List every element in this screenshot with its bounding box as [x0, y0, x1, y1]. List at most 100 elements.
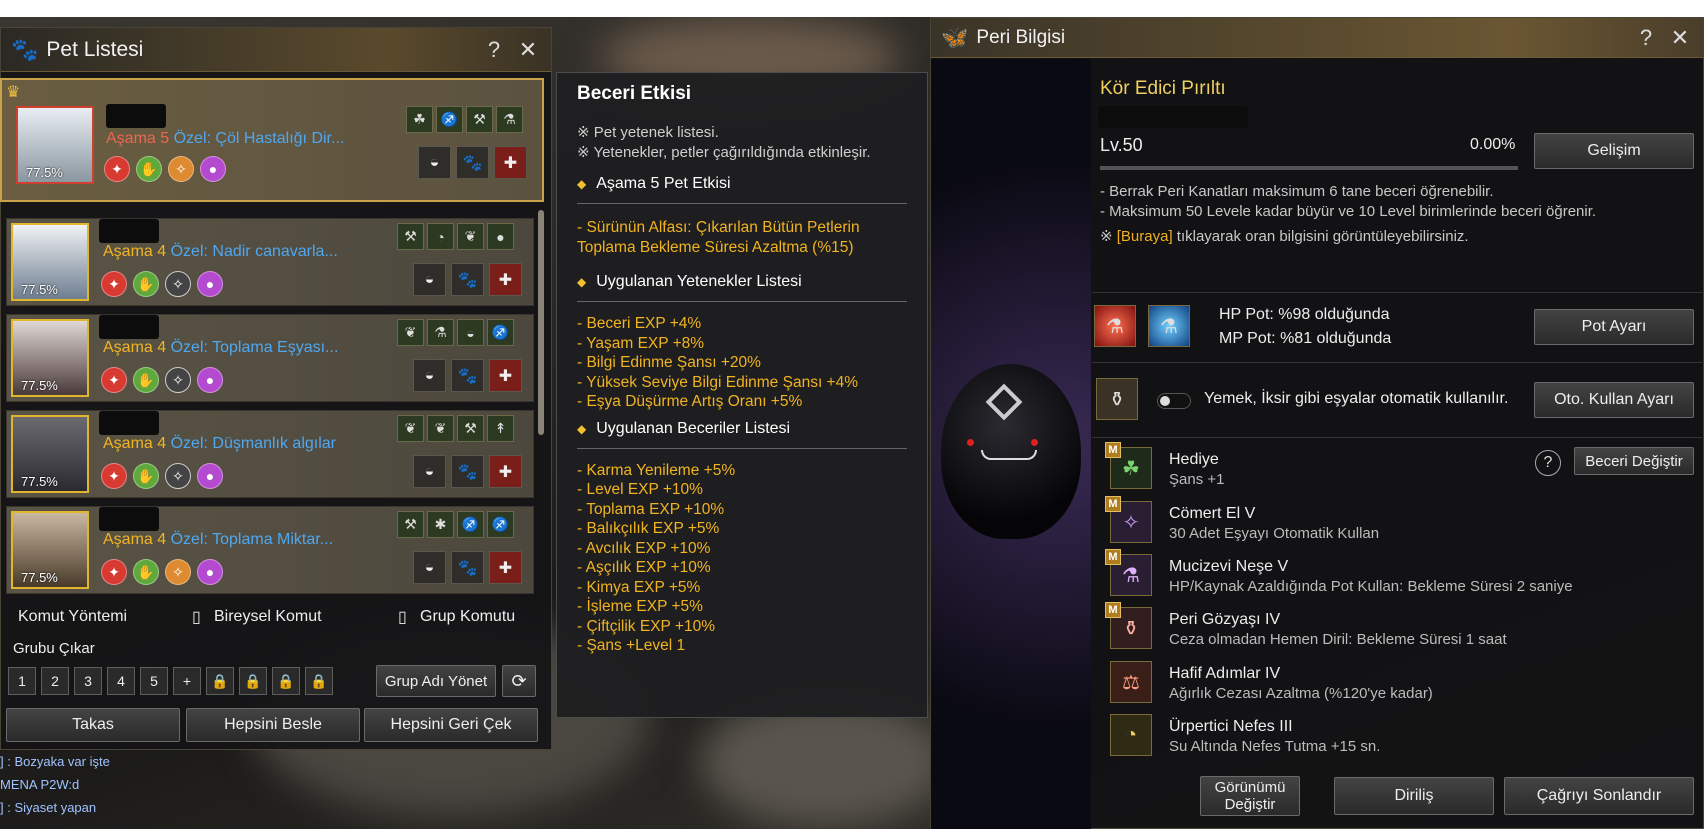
feed-bowl-icon[interactable]: ◒: [413, 263, 446, 296]
skill-icon[interactable]: ⚒: [397, 223, 424, 250]
clover-icon[interactable]: M ☘: [1105, 442, 1152, 489]
revive-button[interactable]: Diriliş: [1334, 777, 1494, 815]
pet-actions: ◒ 🐾 ✚: [413, 359, 522, 392]
feed-bowl-icon[interactable]: ◒: [413, 551, 446, 584]
effect-line: - Balıkçılık EXP +5%: [577, 520, 720, 537]
pet-list-header[interactable]: 🐾 Pet Listesi ? ✕: [1, 28, 551, 72]
breath-icon[interactable]: ◔: [1110, 714, 1152, 756]
release-icon[interactable]: ✚: [489, 455, 522, 488]
release-icon[interactable]: ✚: [489, 359, 522, 392]
group-1-button[interactable]: 1: [8, 667, 36, 695]
skill-icon[interactable]: ♐: [487, 511, 514, 538]
pet-list-scrollbar[interactable]: [538, 210, 544, 435]
change-appearance-button[interactable]: Görünümü Değiştir: [1200, 776, 1300, 816]
paw-command-icon[interactable]: 🐾: [451, 263, 484, 296]
group-3-button[interactable]: 3: [74, 667, 102, 695]
tear-vial-icon[interactable]: M ⚱: [1105, 602, 1152, 649]
pet-row[interactable]: 77.5% Aşama 4 Özel: Toplama Miktar... ✦ ✋…: [6, 506, 534, 594]
group-command-option[interactable]: Grup Komutu: [420, 608, 515, 626]
redacted-name: [106, 104, 166, 128]
skill-icon[interactable]: ❦: [397, 319, 424, 346]
skill-icon[interactable]: ◔: [427, 223, 454, 250]
skill-icon[interactable]: ❦: [397, 415, 424, 442]
trade-button[interactable]: Takas: [6, 708, 180, 742]
skill-icon[interactable]: ↟: [487, 415, 514, 442]
stage-word: Aşama: [106, 130, 156, 147]
pet-row[interactable]: 77.5% Aşama 4 Özel: Toplama Eşyası... ✦ ✋…: [6, 314, 534, 402]
pet-actions: ◒ 🐾 ✚: [418, 146, 527, 179]
growth-button[interactable]: Gelişim: [1534, 133, 1694, 169]
lock-icon[interactable]: 🔒: [272, 667, 300, 695]
end-summon-button[interactable]: Çağrıyı Sonlandır: [1504, 777, 1694, 815]
help-button[interactable]: ?: [1633, 25, 1659, 51]
pet-row-selected[interactable]: ♛ 77.5% Aşama 5 Özel: Çöl Hastalığı Dir.…: [0, 78, 544, 202]
hp-potion-icon[interactable]: ⚗: [1094, 305, 1136, 347]
lock-icon[interactable]: 🔒: [239, 667, 267, 695]
skill-icon[interactable]: ☘: [406, 106, 433, 133]
skill-icon[interactable]: ●: [487, 223, 514, 250]
fairy-eye: [967, 439, 974, 446]
skill-icon[interactable]: ⚗: [496, 106, 523, 133]
feed-bowl-icon[interactable]: ◒: [413, 359, 446, 392]
pot-settings-button[interactable]: Pot Ayarı: [1534, 309, 1694, 345]
section-title: Aşama 5 Pet Etkisi: [596, 175, 731, 192]
paw-command-icon[interactable]: 🐾: [451, 455, 484, 488]
section-header: ◆ Aşama 5 Pet Etkisi: [577, 175, 907, 204]
paw-command-icon[interactable]: 🐾: [456, 146, 489, 179]
effect-line: - Karma Yenileme +5%: [577, 461, 736, 479]
paw-command-icon[interactable]: 🐾: [451, 359, 484, 392]
weight-icon[interactable]: ⚖: [1110, 661, 1152, 703]
fairy-info-header[interactable]: 🦋 Peri Bilgisi ? ✕: [931, 18, 1703, 58]
add-group-icon[interactable]: +: [173, 667, 201, 695]
pet-row[interactable]: 77.5% Aşama 4 Özel: Nadir canavarla... ✦…: [6, 218, 534, 306]
group-2-button[interactable]: 2: [41, 667, 69, 695]
lock-icon[interactable]: 🔒: [305, 667, 333, 695]
pet-portrait: 77.5%: [11, 415, 89, 493]
skill-glyph: ⚖: [1122, 671, 1140, 694]
skill-help-icon[interactable]: ?: [1535, 450, 1561, 476]
skill-icon[interactable]: ♐: [457, 511, 484, 538]
skill-icon[interactable]: ⚒: [457, 415, 484, 442]
fairy-hand-icon[interactable]: M ✧: [1105, 496, 1152, 543]
help-button[interactable]: ?: [481, 37, 507, 63]
paw-command-icon[interactable]: 🐾: [451, 551, 484, 584]
hand-icon: ✋: [136, 156, 162, 182]
individual-command-option[interactable]: Bireysel Komut: [214, 608, 322, 626]
skill-icon[interactable]: ◒: [457, 319, 484, 346]
pet-status-icons: ✦ ✋ ✧ ●: [101, 559, 223, 585]
rate-info-link[interactable]: [Buraya]: [1117, 228, 1173, 245]
group-4-button[interactable]: 4: [107, 667, 135, 695]
group-name-manage-button[interactable]: Grup Adı Yönet: [376, 665, 496, 697]
skill-icon[interactable]: ⚒: [397, 511, 424, 538]
skill-icon[interactable]: ❦: [457, 223, 484, 250]
release-icon[interactable]: ✚: [489, 551, 522, 584]
refresh-icon[interactable]: ⟳: [502, 665, 536, 697]
change-skill-button[interactable]: Beceri Değiştir: [1574, 447, 1694, 475]
master-badge: M: [1105, 602, 1121, 618]
effect-line: - Çiftçilik EXP +10%: [577, 617, 715, 635]
feed-bowl-icon[interactable]: ◒: [413, 455, 446, 488]
auto-use-toggle[interactable]: [1157, 393, 1191, 409]
skill-icon[interactable]: ⚒: [466, 106, 493, 133]
close-button[interactable]: ✕: [515, 37, 541, 63]
skill-icon[interactable]: ❦: [427, 415, 454, 442]
skill-icon[interactable]: ⚗: [427, 319, 454, 346]
pet-row[interactable]: 77.5% Aşama 4 Özel: Düşmanlık algılar ✦ ✋…: [6, 410, 534, 498]
auto-use-settings-button[interactable]: Oto. Kullan Ayarı: [1534, 382, 1694, 418]
feed-bowl-icon[interactable]: ◒: [418, 146, 451, 179]
skill-icon[interactable]: ♐: [436, 106, 463, 133]
close-button[interactable]: ✕: [1667, 25, 1693, 51]
skill-icon[interactable]: ✱: [427, 511, 454, 538]
fairy-sigil: [985, 383, 1023, 421]
release-icon[interactable]: ✚: [494, 146, 527, 179]
mp-potion-icon[interactable]: ⚗: [1148, 305, 1190, 347]
stage-number: 4: [157, 243, 167, 260]
group-5-button[interactable]: 5: [140, 667, 168, 695]
lock-icon[interactable]: 🔒: [206, 667, 234, 695]
skill-icon[interactable]: ♐: [487, 319, 514, 346]
skill-desc: 30 Adet Eşyayı Otomatik Kullan: [1169, 525, 1380, 542]
potion-joy-icon[interactable]: M ⚗: [1105, 549, 1152, 596]
feed-all-button[interactable]: Hepsini Besle: [186, 708, 360, 742]
recall-all-button[interactable]: Hepsini Geri Çek: [364, 708, 538, 742]
release-icon[interactable]: ✚: [489, 263, 522, 296]
